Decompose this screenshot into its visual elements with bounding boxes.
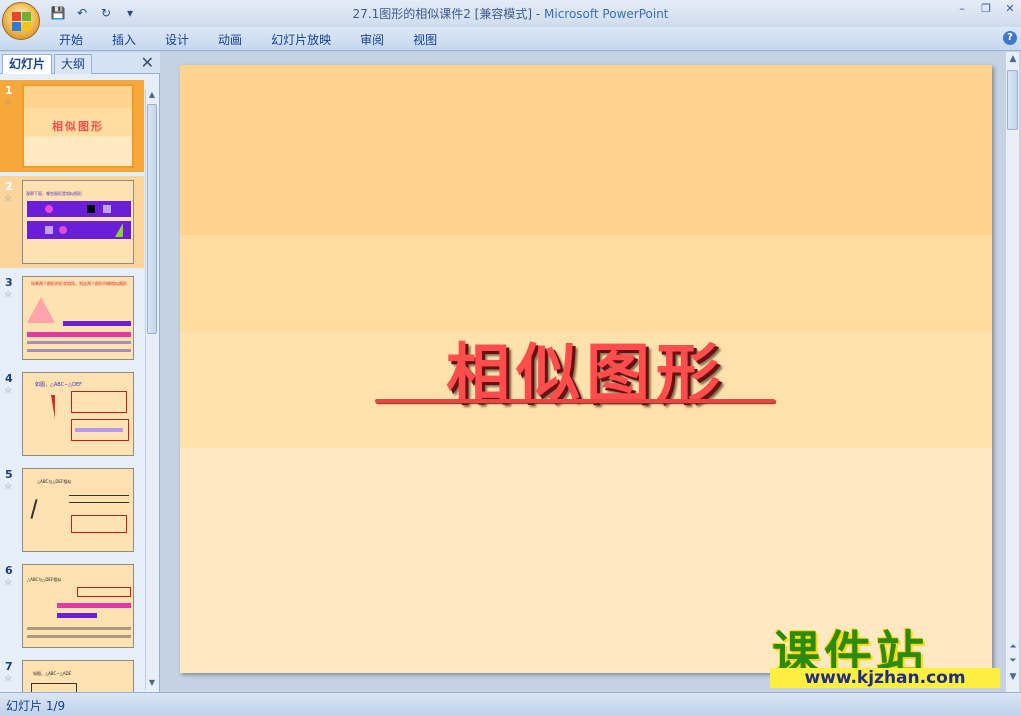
scroll-up-icon[interactable]: ▲ [1006, 54, 1020, 64]
slide-preview: 如果两个图形的形状相同，则这两个图形叫做相似图形 [22, 276, 134, 360]
slide-counter: 幻灯片 1/9 [6, 699, 66, 713]
office-button[interactable] [2, 2, 40, 40]
tab-animations[interactable]: 动画 [206, 31, 254, 49]
animation-star-icon: ☆ [4, 98, 13, 108]
tab-home[interactable]: 开始 [47, 31, 95, 49]
slide-thumbnail-1[interactable]: 1 ☆ 相似图形 [0, 80, 144, 172]
tab-outline[interactable]: 大纲 [54, 54, 93, 74]
slide-thumbnail-4[interactable]: 4 ☆ 如图，△ABC∽△DEF [0, 368, 144, 460]
minimize-button[interactable]: – [955, 2, 969, 16]
slide-preview-title: 相似图形 [52, 120, 104, 133]
tab-slides[interactable]: 幻灯片 [2, 54, 53, 74]
slides-pane: 幻灯片 大纲 ✕ 1 ☆ 相似图形 2 ☆ 观察下面，哪些图形是相似图形 3 ☆… [0, 52, 160, 692]
slide-number: 2 [5, 180, 13, 193]
tab-slideshow[interactable]: 幻灯片放映 [259, 31, 343, 49]
window-title: 27.1图形的相似课件2 [兼容模式] - Microsoft PowerPoi… [0, 5, 1021, 22]
scrollbar-thumb[interactable] [147, 104, 157, 334]
slide-thumbnail-7[interactable]: 7 ☆ 如图，△ABC∽△ADE [0, 656, 144, 692]
slide-preview: 相似图形 [22, 84, 134, 168]
close-pane-icon[interactable]: ✕ [141, 54, 154, 72]
slide-preview-text: 观察下面，哪些图形是相似图形 [26, 191, 82, 196]
slide-preview: 观察下面，哪些图形是相似图形 [22, 180, 134, 264]
slide-number: 6 [5, 564, 13, 577]
ribbon: 开始 插入 设计 动画 幻灯片放映 审阅 视图 ? [0, 27, 1021, 51]
slide-preview: 如图，△ABC∽△DEF [22, 372, 134, 456]
slide-preview-text: 如果两个图形的形状相同，则这两个图形叫做相似图形 [31, 281, 127, 286]
window-controls: – ❐ ✕ [955, 2, 1017, 16]
slide-preview: △ABC与△DEF相似 [22, 468, 134, 552]
animation-star-icon: ☆ [4, 578, 13, 588]
app-name: Microsoft PowerPoint [544, 7, 669, 21]
tab-insert[interactable]: 插入 [100, 31, 148, 49]
animation-star-icon: ☆ [4, 194, 13, 204]
ribbon-tabs: 开始 插入 设计 动画 幻灯片放映 审阅 视图 [47, 31, 454, 49]
scrollbar-thumb[interactable] [1007, 70, 1018, 130]
office-logo-icon [12, 12, 32, 32]
slide-thumbnail-5[interactable]: 5 ☆ △ABC与△DEF相似 [0, 464, 144, 556]
slide-number: 1 [5, 84, 13, 97]
scroll-down-icon[interactable]: ▼ [146, 678, 158, 690]
animation-star-icon: ☆ [4, 386, 13, 396]
close-button[interactable]: ✕ [1003, 2, 1017, 16]
animation-star-icon: ☆ [4, 482, 13, 492]
slide-thumbnails: 1 ☆ 相似图形 2 ☆ 观察下面，哪些图形是相似图形 3 ☆ 如果两个图形的形… [0, 76, 144, 692]
status-bar: 幻灯片 1/9 [0, 692, 1021, 716]
slide-preview-text: 如图，△ABC∽△DEF [35, 382, 83, 388]
help-icon[interactable]: ? [1003, 31, 1017, 45]
editor-scrollbar[interactable]: ▲ ⏶ ⏷ ▼ [1005, 52, 1019, 692]
watermark-logo: 课件站 www.kjzhan.com [770, 614, 1010, 694]
slides-pane-scrollbar[interactable]: ▲ ▼ [145, 90, 157, 690]
slide-preview: 如图，△ABC∽△ADE [22, 660, 134, 692]
tab-review[interactable]: 审阅 [348, 31, 396, 49]
restore-button[interactable]: ❐ [979, 2, 993, 16]
title-underline [375, 399, 775, 403]
tab-view[interactable]: 视图 [401, 31, 449, 49]
slide-preview-text: △ABC与△DEF相似 [27, 577, 62, 582]
current-slide[interactable]: 相似图形 [180, 65, 992, 673]
slide-editor: 相似图形 ▲ ⏶ ⏷ ▼ [161, 52, 1021, 692]
slide-preview: △ABC与△DEF相似 [22, 564, 134, 648]
title-separator: - [532, 7, 544, 21]
animation-star-icon: ☆ [4, 290, 13, 300]
slide-preview-text: 如图，△ABC∽△ADE [33, 671, 72, 676]
title-bar: 💾 ↶ ↻ ▾ 27.1图形的相似课件2 [兼容模式] - Microsoft … [0, 0, 1021, 27]
slide-thumbnail-2[interactable]: 2 ☆ 观察下面，哪些图形是相似图形 [0, 176, 144, 268]
slide-number: 5 [5, 468, 13, 481]
slide-preview-text: △ABC与△DEF相似 [37, 479, 72, 484]
pane-tabs: 幻灯片 大纲 ✕ [0, 52, 160, 74]
scroll-up-icon[interactable]: ▲ [146, 90, 158, 102]
slide-thumbnail-6[interactable]: 6 ☆ △ABC与△DEF相似 [0, 560, 144, 652]
slide-number: 3 [5, 276, 13, 289]
document-title: 27.1图形的相似课件2 [兼容模式] [352, 7, 533, 21]
tab-design[interactable]: 设计 [153, 31, 201, 49]
slide-thumbnail-3[interactable]: 3 ☆ 如果两个图形的形状相同，则这两个图形叫做相似图形 [0, 272, 144, 364]
animation-star-icon: ☆ [4, 674, 13, 684]
watermark-url: www.kjzhan.com [770, 668, 1000, 688]
slide-number: 7 [5, 660, 13, 673]
slide-number: 4 [5, 372, 13, 385]
